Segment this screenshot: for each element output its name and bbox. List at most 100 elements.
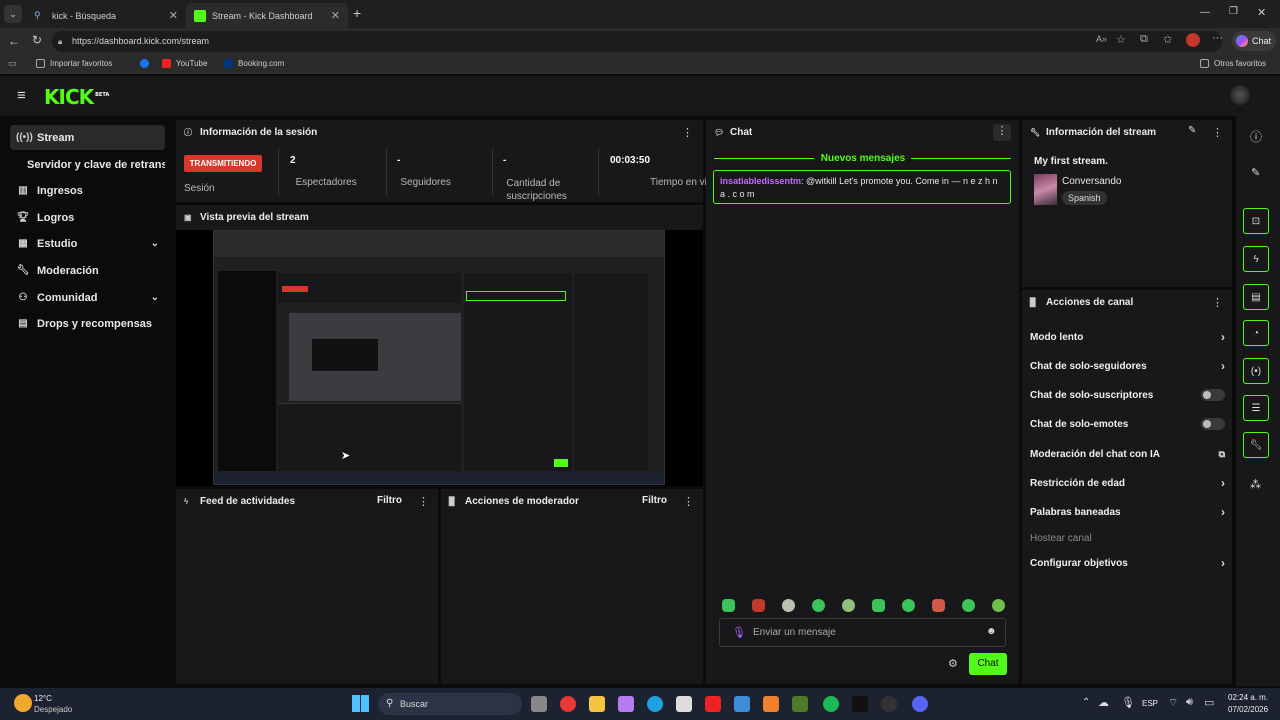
microphone-icon[interactable]: 🎙︎ (732, 626, 746, 639)
action-palabras-baneadas[interactable]: Palabras baneadas › (1030, 503, 1225, 521)
maximize-icon[interactable]: ❐ (1229, 6, 1238, 17)
info-icon[interactable]: ⓘ (1250, 128, 1262, 145)
emote-icon[interactable] (782, 599, 795, 612)
discord-icon[interactable] (912, 696, 928, 712)
minecraft-icon[interactable] (792, 696, 808, 712)
sidebar-item-comunidad[interactable]: ⚇ Comunidad ⌄ (10, 285, 165, 310)
tiktok-icon[interactable] (852, 696, 868, 712)
emote-icon[interactable] (902, 599, 915, 612)
youtube-icon[interactable] (705, 696, 721, 712)
chat-bubble-icon[interactable]: ◔ (1243, 320, 1269, 346)
filter-button[interactable]: Filtro (642, 495, 667, 506)
sidebar-item-logros[interactable]: 🏆︎ Logros (10, 205, 165, 230)
tab-search[interactable]: ⚲ kick - Búsqueda ✕ (26, 3, 186, 28)
emote-icon[interactable] (992, 599, 1005, 612)
tab-dashboard[interactable]: Stream - Kick Dashboard ✕ (186, 3, 348, 28)
battery-icon[interactable]: ▭ (1204, 696, 1214, 709)
mail-icon[interactable] (734, 696, 750, 712)
sidebar-item-estudio[interactable]: ▦ Estudio ⌄ (10, 231, 165, 256)
category-name[interactable]: Conversando (1062, 176, 1121, 187)
more-options-icon[interactable]: ⋮ (1212, 126, 1223, 139)
minimize-icon[interactable]: — (1200, 7, 1210, 18)
emote-icon[interactable] (962, 599, 975, 612)
add-widget-icon[interactable]: ⁂ (1250, 478, 1261, 491)
onedrive-icon[interactable]: ☁ (1098, 696, 1109, 709)
chat-input[interactable]: 🎙︎ Enviar un mensaje ☻ (719, 618, 1006, 647)
volume-icon[interactable]: 🔊︎ (1186, 696, 1193, 709)
action-solo-suscriptores[interactable]: Chat de solo-suscriptores (1030, 386, 1225, 404)
emote-icon[interactable] (752, 599, 765, 612)
more-options-icon[interactable]: ⋮ (1212, 296, 1223, 309)
file-explorer-icon[interactable] (589, 696, 605, 712)
tray-chevron-icon[interactable]: ⌃ (1082, 697, 1090, 708)
toggle-switch[interactable] (1201, 418, 1225, 430)
action-solo-seguidores[interactable]: Chat de solo-seguidores › (1030, 357, 1225, 375)
sidebar-item-stream[interactable]: ((•)) Stream (10, 125, 165, 150)
extensions-icon[interactable]: ⧉ (1140, 33, 1148, 46)
sidebar-item-server-key[interactable]: Servidor y clave de retransm (10, 152, 165, 177)
chat-settings-icon[interactable]: ⚙ (948, 657, 958, 670)
clock-time[interactable]: 02:24 a. m. (1228, 693, 1268, 702)
chat-message[interactable]: insatiabledissentm: @witkill Let's promo… (713, 170, 1011, 204)
emote-icon[interactable] (842, 599, 855, 612)
store-icon[interactable] (676, 696, 692, 712)
wrench-icon[interactable]: 🔧︎ (1243, 432, 1269, 458)
bookmark-import[interactable]: Importar favoritos (36, 59, 112, 68)
document-icon[interactable]: ▤ (1243, 284, 1269, 310)
menu-icon[interactable]: ≡ (17, 87, 26, 104)
sidebar-toggle-icon[interactable]: ▭ (8, 58, 17, 69)
app-icon[interactable] (618, 696, 634, 712)
sidebar-item-ingresos[interactable]: ▥ Ingresos (10, 178, 165, 203)
read-aloud-icon[interactable]: A» (1096, 34, 1107, 44)
edit-icon[interactable]: ✎ (1251, 166, 1260, 179)
tab-list-button[interactable]: ⌄ (4, 5, 22, 23)
chat-send-button[interactable]: Chat (969, 653, 1007, 675)
toggle-switch[interactable] (1201, 389, 1225, 401)
more-icon[interactable]: ··· (1212, 32, 1223, 44)
stream-preview-video[interactable]: ➤ (213, 230, 665, 485)
edge-icon[interactable] (647, 696, 663, 712)
reload-icon[interactable]: ↻ (32, 33, 42, 47)
more-options-icon[interactable]: ⋮ (993, 124, 1011, 141)
action-restriccion-edad[interactable]: Restricción de edad › (1030, 474, 1225, 492)
more-options-icon[interactable]: ⋮ (682, 126, 693, 139)
favorite-star-icon[interactable]: ☆ (1116, 33, 1126, 46)
url-field[interactable]: 🔒︎ https://dashboard.kick.com/stream (52, 31, 1222, 52)
wifi-icon[interactable]: ⌔ (1168, 696, 1178, 710)
app-icon[interactable] (763, 696, 779, 712)
close-icon[interactable]: ✕ (169, 9, 178, 22)
favorites-icon[interactable]: ✩ (1163, 33, 1172, 46)
bolt-icon[interactable]: ϟ (1243, 246, 1269, 272)
new-tab-button[interactable]: + (353, 5, 361, 21)
chat-username[interactable]: insatiabledissentm (720, 176, 801, 186)
bookmark-youtube[interactable] (140, 59, 154, 68)
action-solo-emotes[interactable]: Chat de solo-emotes (1030, 415, 1225, 433)
emote-icon[interactable] (872, 599, 885, 612)
emote-icon[interactable] (812, 599, 825, 612)
other-bookmarks[interactable]: Otros favoritos (1200, 59, 1266, 68)
weather-icon[interactable] (14, 694, 32, 712)
sidebar-item-drops[interactable]: ▤ Drops y recompensas (10, 311, 165, 336)
action-modo-lento[interactable]: Modo lento › (1030, 328, 1225, 346)
language-indicator[interactable]: ESP (1142, 699, 1158, 708)
emoji-icon[interactable]: ☻ (986, 626, 997, 637)
profile-avatar[interactable] (1186, 33, 1200, 47)
close-icon[interactable]: ✕ (331, 9, 340, 22)
emote-icon[interactable] (932, 599, 945, 612)
edit-icon[interactable]: ✎ (1188, 125, 1196, 136)
microphone-icon[interactable]: 🎙︎ (1121, 696, 1135, 709)
more-options-icon[interactable]: ⋮ (418, 495, 429, 508)
copilot-chat-button[interactable]: Chat (1232, 31, 1276, 51)
clock-date[interactable]: 07/02/2026 (1228, 705, 1268, 714)
action-moderacion-ia[interactable]: Moderación del chat con IA ⧉ (1030, 445, 1225, 463)
filter-button[interactable]: Filtro (377, 495, 402, 506)
bookmark-youtube[interactable]: YouTube (162, 59, 207, 68)
taskbar-search[interactable]: ⚲ Buscar (378, 693, 522, 715)
app-icon[interactable] (560, 696, 576, 712)
close-window-icon[interactable]: ✕ (1257, 6, 1266, 19)
layers-icon[interactable]: ☰ (1243, 395, 1269, 421)
sidebar-item-moderacion[interactable]: 🔧︎ Moderación (10, 258, 165, 283)
windows-start-icon[interactable] (352, 695, 369, 712)
spotify-icon[interactable] (823, 696, 839, 712)
user-avatar[interactable] (1230, 85, 1250, 105)
